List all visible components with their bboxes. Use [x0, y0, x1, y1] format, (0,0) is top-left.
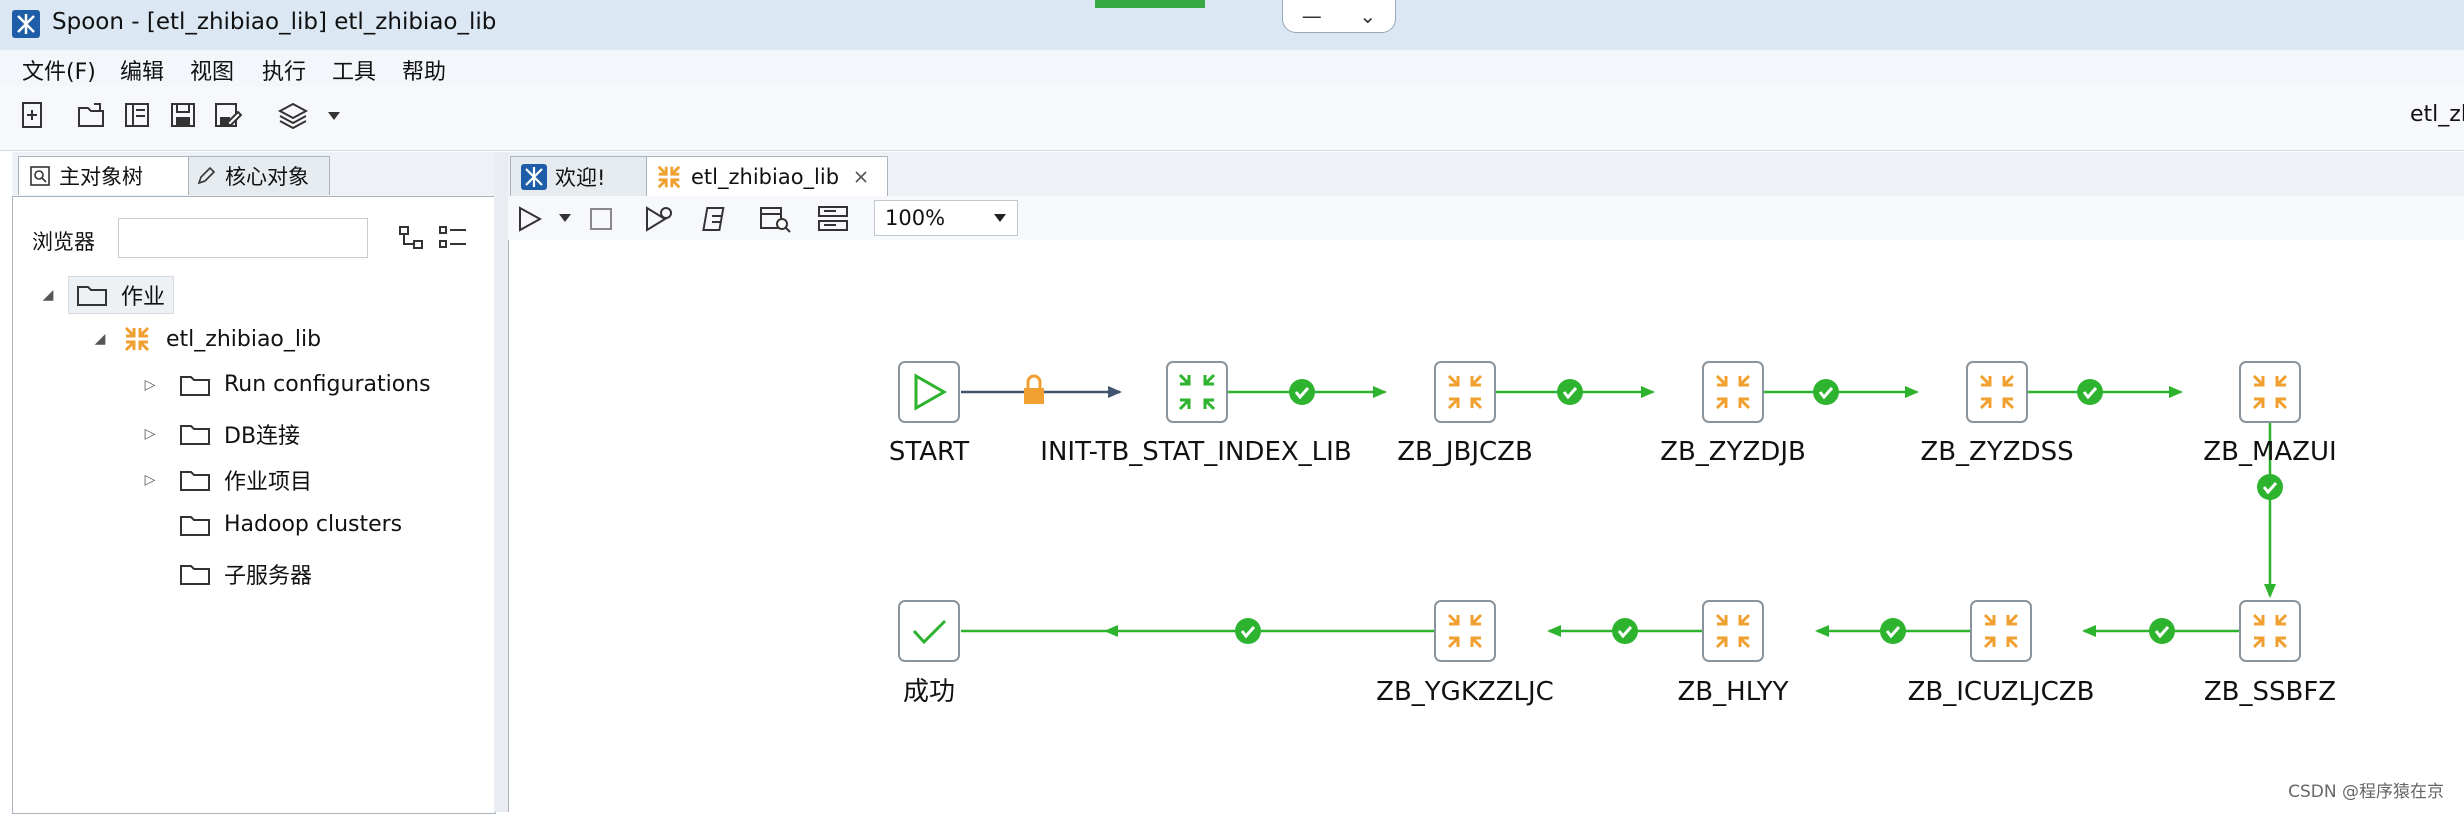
- success-check-icon: [1610, 616, 1640, 646]
- node-zb-mazui[interactable]: ZB_MAZUI: [2203, 361, 2337, 467]
- unconditional-lock-icon: [1024, 374, 1044, 404]
- node-label: ZB_MAZUI: [2203, 437, 2336, 467]
- success-check-icon: [2255, 472, 2285, 502]
- success-check-icon: [1233, 616, 1263, 646]
- success-check-icon: [1287, 377, 1317, 407]
- node-zb-zyzdss[interactable]: ZB_ZYZDSS: [1920, 361, 2074, 467]
- node-zb-zyzdjb[interactable]: ZB_ZYZDJB: [1660, 361, 1806, 467]
- node-label: INIT-TB_STAT_INDEX_LIB: [1040, 437, 1351, 467]
- watermark: CSDN @程序猿在京: [2288, 782, 2444, 802]
- node-zb-ygkzzljc[interactable]: ZB_YGKZZLJC: [1376, 600, 1554, 707]
- node-label: ZB_JBJCZB: [1397, 437, 1533, 467]
- node-label: ZB_HLYY: [1678, 677, 1789, 707]
- node-label: ZB_YGKZZLJC: [1376, 677, 1554, 707]
- success-check-icon: [2075, 377, 2105, 407]
- node-label: ZB_ICUZLJCZB: [1908, 677, 2095, 707]
- node-label: ZB_ZYZDSS: [1920, 437, 2073, 467]
- node-label: ZB_ZYZDJB: [1660, 437, 1806, 467]
- node-zb-hlyy[interactable]: ZB_HLYY: [1678, 600, 1789, 707]
- node-success[interactable]: 成功: [898, 600, 960, 707]
- node-label: 成功: [903, 677, 955, 707]
- success-check-icon: [1555, 377, 1585, 407]
- node-zb-icuzljczb[interactable]: ZB_ICUZLJCZB: [1908, 600, 2095, 707]
- node-init-tb-stat-index-lib[interactable]: INIT-TB_STAT_INDEX_LIB: [1040, 361, 1352, 467]
- node-start[interactable]: START: [889, 361, 969, 467]
- success-check-icon: [1811, 377, 1841, 407]
- node-zb-jbjczb[interactable]: ZB_JBJCZB: [1397, 361, 1533, 467]
- success-check-icon: [1878, 616, 1908, 646]
- node-label: ZB_SSBFZ: [2204, 677, 2336, 707]
- success-check-icon: [2147, 616, 2177, 646]
- node-zb-ssbfz[interactable]: ZB_SSBFZ: [2204, 600, 2336, 707]
- node-label: START: [889, 437, 969, 467]
- job-flow-diagram: START INIT-TB_STAT_INDEX_LIB ZB_JBJCZB Z…: [889, 361, 2337, 707]
